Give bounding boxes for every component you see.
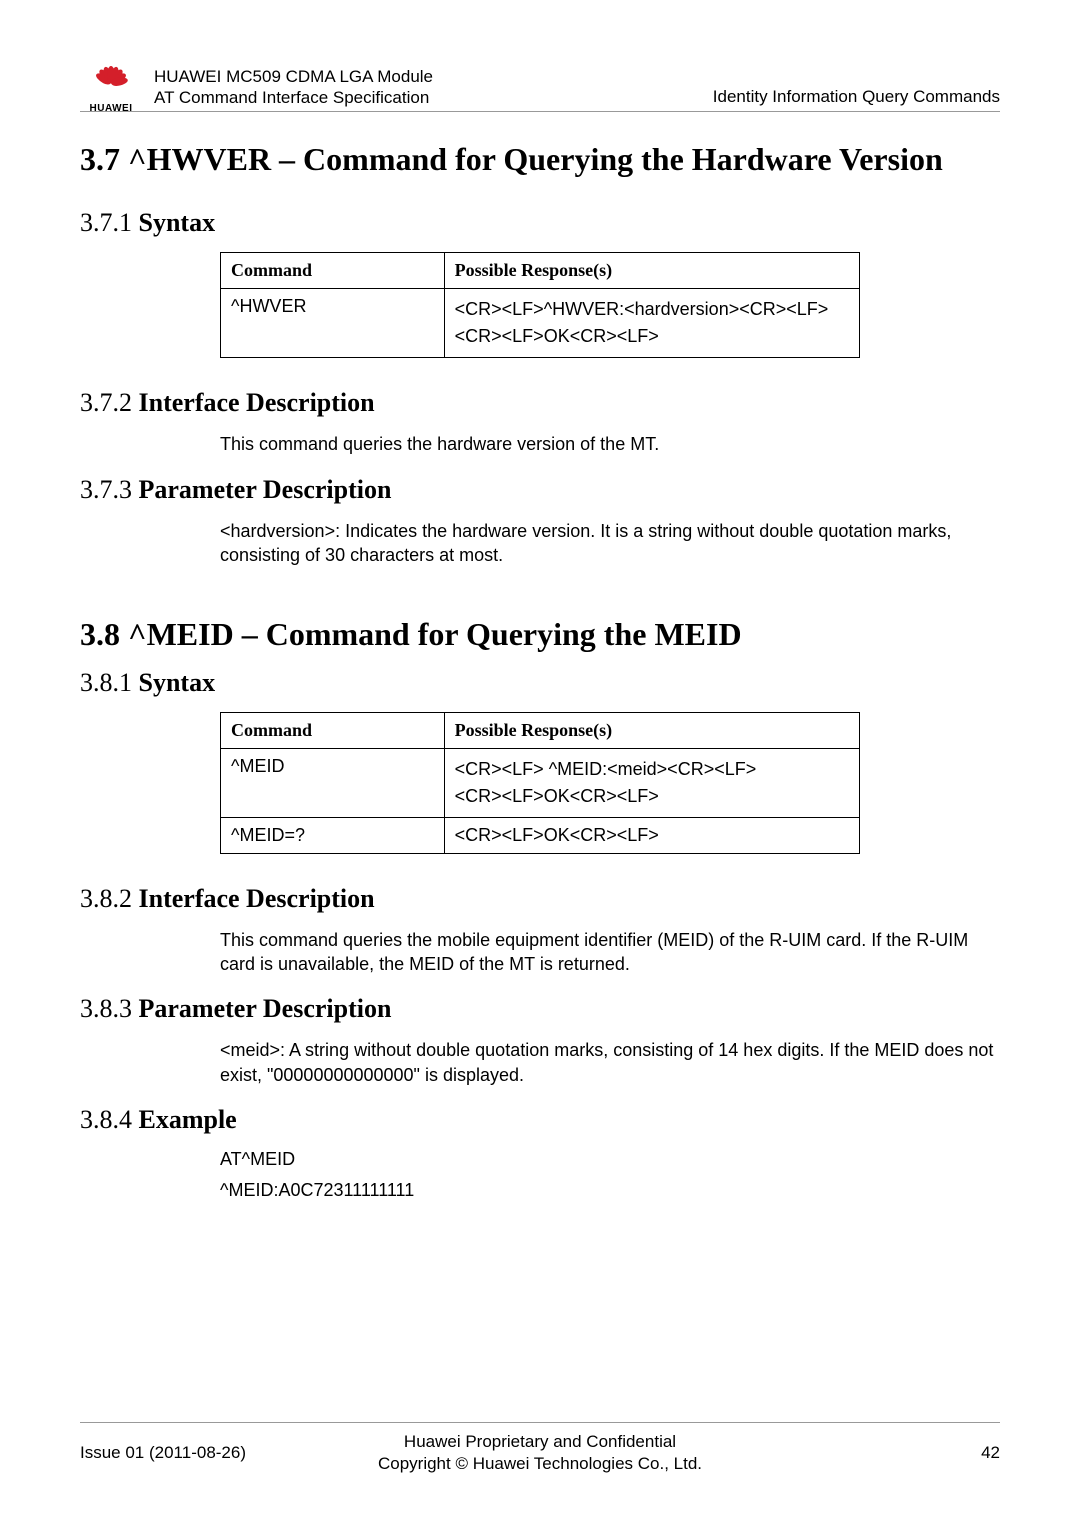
heading-title: Interface Description [139, 884, 375, 913]
response-line: <CR><LF>OK<CR><LF> [455, 323, 849, 350]
example-line-2: ^MEID:A0C72311111111 [220, 1180, 1000, 1201]
table-header-row: Command Possible Response(s) [221, 712, 860, 748]
interface-description-text: This command queries the hardware versio… [220, 432, 1000, 456]
footer-page-number: 42 [770, 1443, 1000, 1463]
footer-issue: Issue 01 (2011-08-26) [80, 1443, 310, 1463]
heading-number: 3.8.2 [80, 884, 139, 913]
cell-command: ^MEID=? [221, 817, 445, 853]
product-line-1: HUAWEI MC509 CDMA LGA Module [154, 66, 713, 87]
section-3-7-heading: 3.7 ^HWVER – Command for Querying the Ha… [80, 140, 1000, 178]
heading-title: Parameter Description [139, 994, 392, 1023]
cell-response: <CR><LF>OK<CR><LF> [444, 817, 859, 853]
response-line: <CR><LF>^HWVER:<hardversion><CR><LF> [455, 296, 849, 323]
heading-title: Parameter Description [139, 475, 392, 504]
section-3-7-2-heading: 3.7.2 Interface Description [80, 388, 1000, 418]
table-header-row: Command Possible Response(s) [221, 253, 860, 289]
section-3-8-2-heading: 3.8.2 Interface Description [80, 884, 1000, 914]
page-header: HUAWEI HUAWEI MC509 CDMA LGA Module AT C… [80, 60, 1000, 112]
table-row: ^HWVER <CR><LF>^HWVER:<hardversion><CR><… [221, 289, 860, 358]
section-3-8-1-heading: 3.8.1 Syntax [80, 668, 1000, 698]
section-3-8-heading: 3.8 ^MEID – Command for Querying the MEI… [80, 615, 1000, 653]
col-response: Possible Response(s) [444, 712, 859, 748]
heading-title: Syntax [139, 668, 216, 697]
heading-number: 3.8.4 [80, 1105, 139, 1134]
col-command: Command [221, 712, 445, 748]
response-line: <CR><LF> ^MEID:<meid><CR><LF> [455, 756, 849, 783]
heading-number: 3.8.3 [80, 994, 139, 1023]
example-line-1: AT^MEID [220, 1149, 1000, 1170]
hwver-syntax-table: Command Possible Response(s) ^HWVER <CR>… [220, 252, 860, 358]
section-3-8-4-heading: 3.8.4 Example [80, 1105, 1000, 1135]
table-row: ^MEID <CR><LF> ^MEID:<meid><CR><LF> <CR>… [221, 748, 860, 817]
logo-text: HUAWEI [90, 103, 133, 114]
cell-response: <CR><LF>^HWVER:<hardversion><CR><LF> <CR… [444, 289, 859, 358]
heading-title: Example [139, 1105, 237, 1134]
heading-title: Syntax [139, 208, 216, 237]
huawei-logo: HUAWEI [80, 66, 142, 114]
footer-proprietary: Huawei Proprietary and Confidential [310, 1431, 770, 1453]
col-response: Possible Response(s) [444, 253, 859, 289]
section-3-7-3-heading: 3.7.3 Parameter Description [80, 475, 1000, 505]
product-line-2: AT Command Interface Specification [154, 87, 713, 108]
footer-center: Huawei Proprietary and Confidential Copy… [310, 1431, 770, 1475]
chapter-title: Identity Information Query Commands [713, 87, 1000, 108]
logo-petals-icon [90, 66, 132, 100]
meid-syntax-table: Command Possible Response(s) ^MEID <CR><… [220, 712, 860, 854]
cell-command: ^MEID [221, 748, 445, 817]
cell-response: <CR><LF> ^MEID:<meid><CR><LF> <CR><LF>OK… [444, 748, 859, 817]
col-command: Command [221, 253, 445, 289]
heading-number: 3.7.1 [80, 208, 139, 237]
heading-number: 3.7.3 [80, 475, 139, 504]
section-3-8-3-heading: 3.8.3 Parameter Description [80, 994, 1000, 1024]
page-footer: Issue 01 (2011-08-26) Huawei Proprietary… [80, 1422, 1000, 1475]
heading-title: Interface Description [139, 388, 375, 417]
footer-copyright: Copyright © Huawei Technologies Co., Ltd… [310, 1453, 770, 1475]
interface-description-text: This command queries the mobile equipmen… [220, 928, 1000, 977]
cell-command: ^HWVER [221, 289, 445, 358]
header-product-info: HUAWEI MC509 CDMA LGA Module AT Command … [154, 66, 713, 109]
section-3-7-1-heading: 3.7.1 Syntax [80, 208, 1000, 238]
heading-number: 3.8.1 [80, 668, 139, 697]
heading-number: 3.7.2 [80, 388, 139, 417]
parameter-description-text: <meid>: A string without double quotatio… [220, 1038, 1000, 1087]
table-row: ^MEID=? <CR><LF>OK<CR><LF> [221, 817, 860, 853]
parameter-description-text: <hardversion>: Indicates the hardware ve… [220, 519, 1000, 568]
response-line: <CR><LF>OK<CR><LF> [455, 783, 849, 810]
